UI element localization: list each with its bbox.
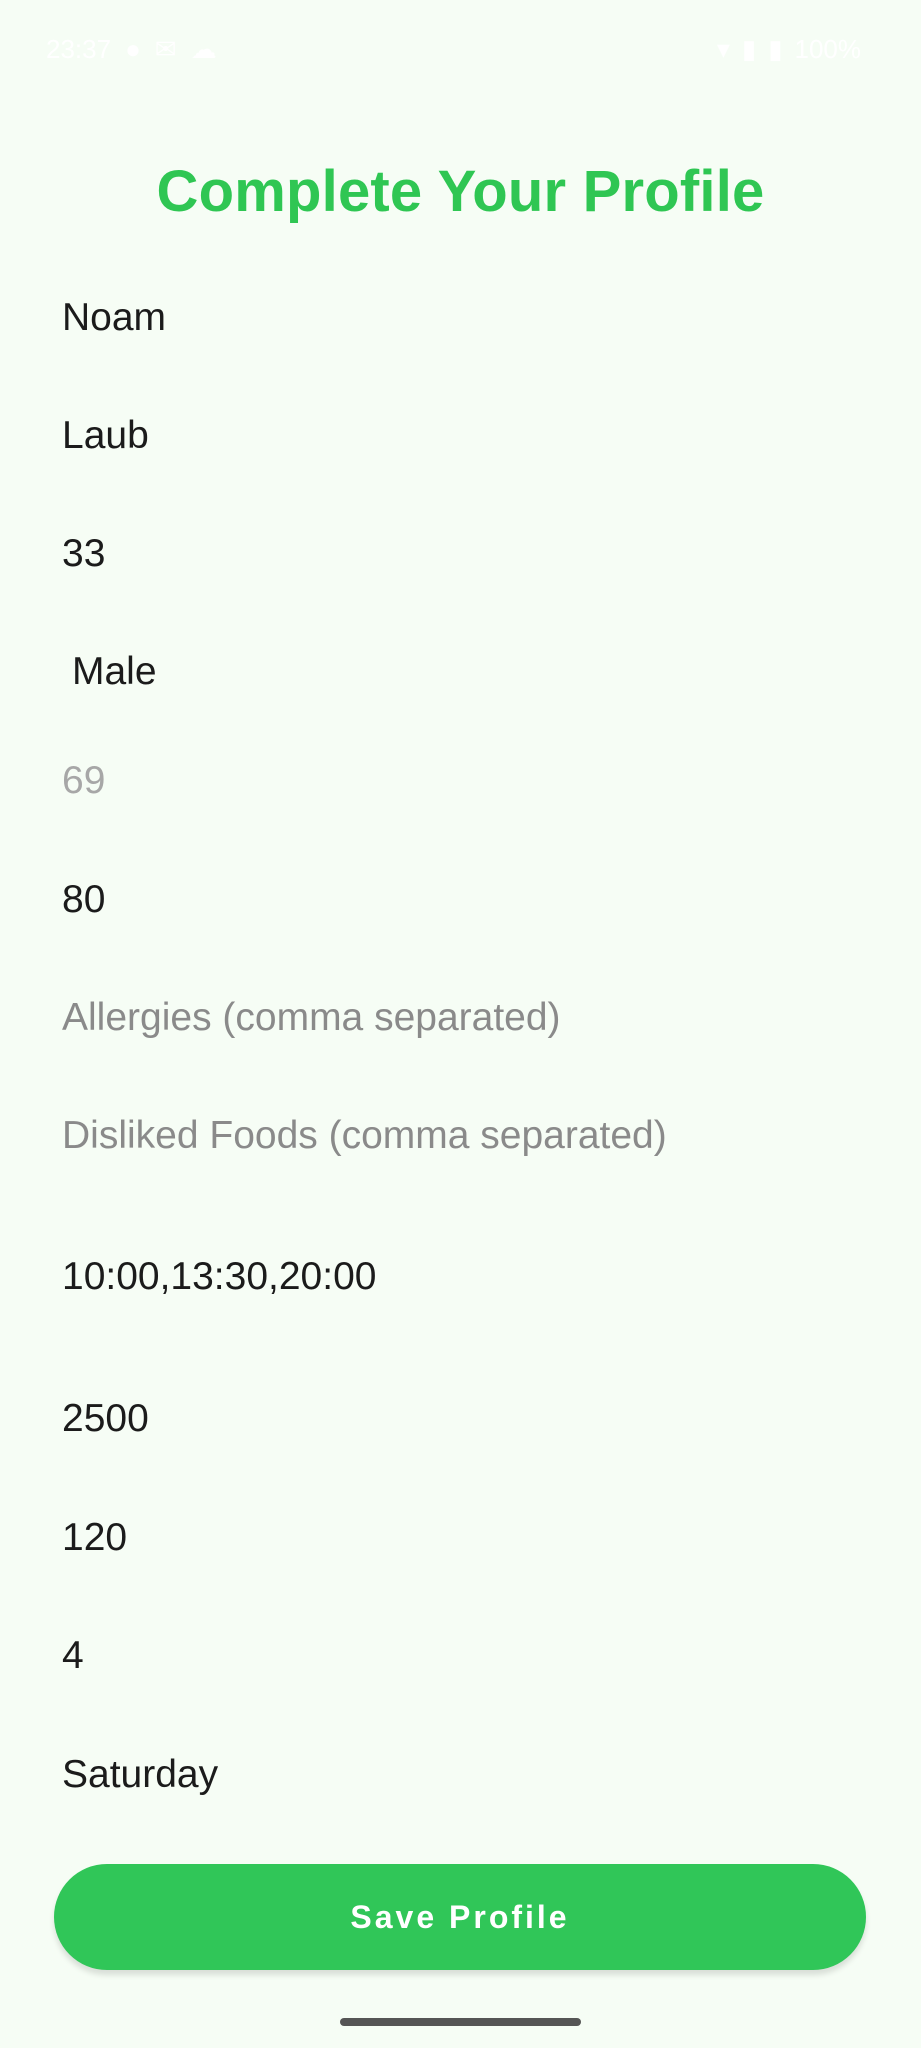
meal-times-input[interactable] [62, 1255, 862, 1299]
status-left: 23:37 ● ✉ ☁ [46, 34, 217, 65]
cloud-icon: ☁ [190, 34, 217, 64]
height-field[interactable] [62, 759, 862, 803]
page-title: Complete Your Profile [156, 159, 765, 224]
status-time: 23:37 [46, 34, 112, 64]
save-profile-button[interactable]: Save Profile [54, 1864, 866, 1970]
status-right: ▾ ▮ ▮ 100% [717, 34, 861, 65]
calories-input[interactable] [62, 1397, 862, 1441]
age-input[interactable] [62, 532, 862, 576]
allergies-field[interactable] [62, 996, 862, 1040]
meal-times-field[interactable] [62, 1255, 862, 1299]
calories-field[interactable] [62, 1397, 862, 1441]
signal-icon: ▮ [741, 34, 757, 64]
gender-value: Male [72, 650, 157, 693]
last-name-field[interactable] [62, 414, 862, 458]
gender-select[interactable]: Male [62, 645, 842, 699]
weekday-field[interactable] [62, 1753, 862, 1797]
first-name-field[interactable] [62, 296, 862, 340]
battery-percent: 100% [794, 34, 862, 64]
home-indicator[interactable] [340, 2018, 581, 2026]
last-name-input[interactable] [62, 414, 862, 458]
disliked-foods-input[interactable] [62, 1114, 862, 1158]
weight-field[interactable] [62, 878, 862, 922]
wifi-icon: ▾ [716, 34, 730, 64]
protein-field[interactable] [62, 1516, 862, 1560]
workouts-input[interactable] [62, 1634, 862, 1678]
workouts-field[interactable] [62, 1634, 862, 1678]
weekday-input[interactable] [62, 1753, 862, 1797]
age-field[interactable] [62, 532, 862, 576]
protein-input[interactable] [62, 1516, 862, 1560]
status-bar: 23:37 ● ✉ ☁ ▾ ▮ ▮ 100% [0, 0, 921, 100]
height-input[interactable] [62, 759, 862, 803]
disliked-foods-field[interactable] [62, 1114, 862, 1158]
allergies-input[interactable] [62, 996, 862, 1040]
notification-icon: ● [125, 34, 141, 64]
battery-icon: ▮ [768, 34, 783, 64]
first-name-input[interactable] [62, 296, 862, 340]
weight-input[interactable] [62, 878, 862, 922]
mail-icon: ✉ [154, 34, 177, 64]
